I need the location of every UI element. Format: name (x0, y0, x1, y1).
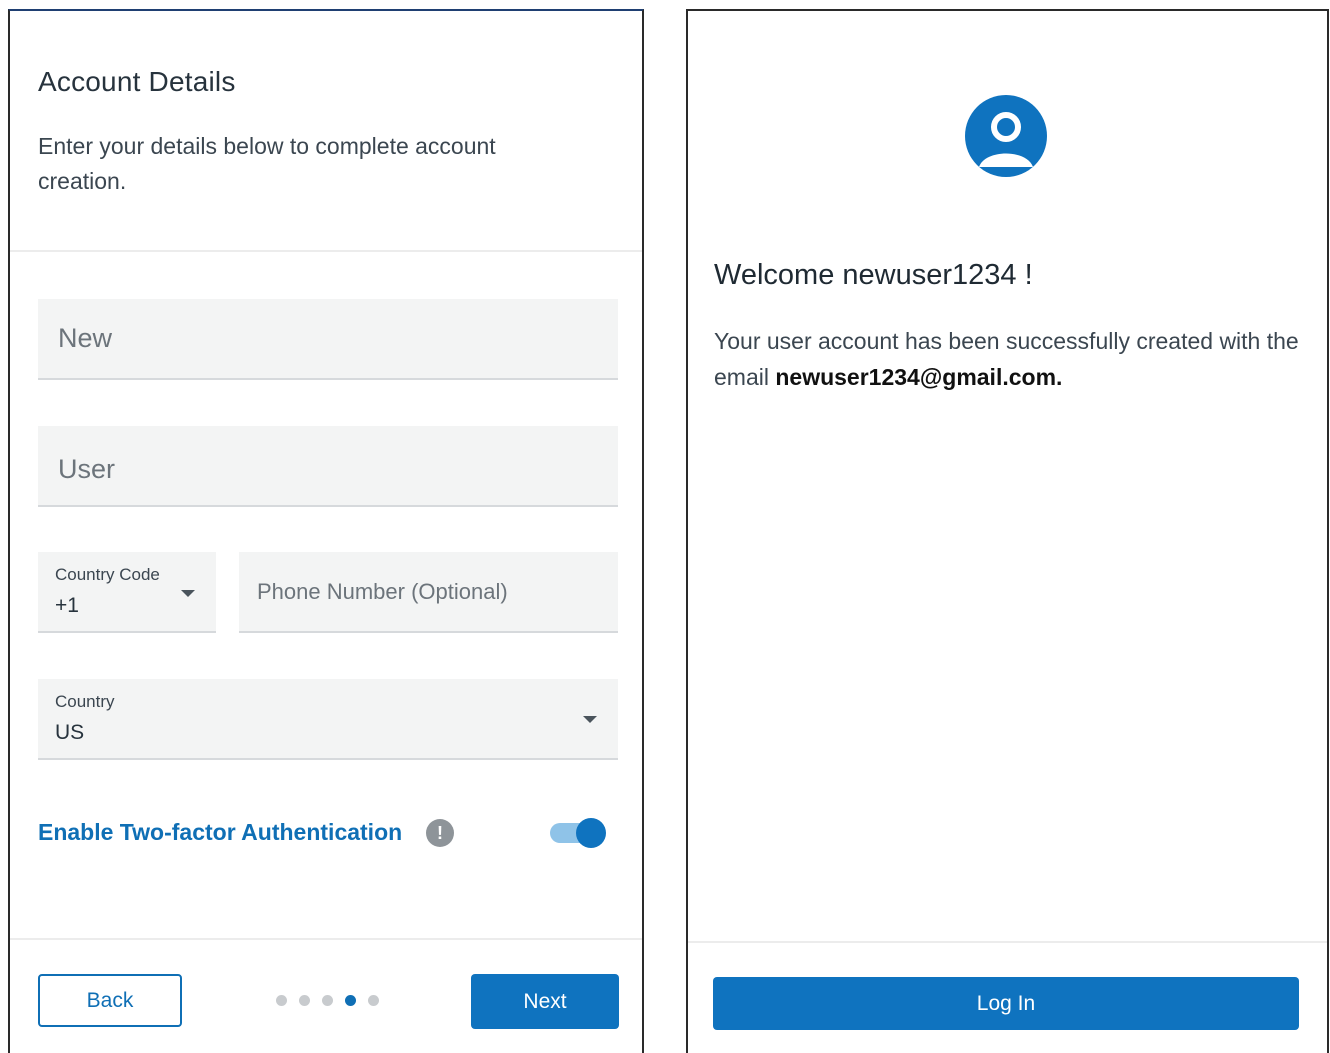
phone-number-input[interactable]: Phone Number (Optional) (239, 552, 618, 633)
next-button[interactable]: Next (471, 974, 619, 1029)
country-code-select[interactable]: Country Code +1 (38, 552, 216, 633)
last-name-field[interactable]: User (38, 426, 618, 507)
country-label: Country (55, 692, 115, 711)
welcome-message: Your user account has been successfully … (714, 323, 1314, 395)
welcome-exclaim: ! (1024, 259, 1033, 291)
page-title: Account Details (38, 66, 236, 97)
pagination-dot (276, 995, 287, 1006)
user-avatar-glyph (979, 112, 1033, 167)
footer-divider (10, 938, 642, 940)
pagination-dot (299, 995, 310, 1006)
account-details-panel: Account Details Enter your details below… (8, 9, 644, 1053)
country-code-label: Country Code (55, 565, 160, 584)
welcome-heading: Welcome newuser1234 ! (714, 259, 1033, 292)
phone-number-placeholder: Phone Number (Optional) (257, 579, 508, 604)
welcome-panel: Welcome newuser1234 ! Your user account … (686, 9, 1329, 1053)
chevron-down-icon (181, 590, 195, 597)
welcome-email: newuser1234@gmail.com. (775, 364, 1063, 390)
login-button[interactable]: Log In (713, 977, 1299, 1030)
info-icon[interactable]: ! (426, 819, 454, 847)
welcome-greeting: Welcome (714, 259, 835, 291)
footer-divider (688, 941, 1327, 943)
pagination-dot (322, 995, 333, 1006)
pagination-dot (368, 995, 379, 1006)
chevron-down-icon (583, 716, 597, 723)
first-name-value: New (58, 323, 113, 353)
pagination-dot-active (345, 995, 356, 1006)
header-divider (10, 250, 642, 252)
country-select[interactable]: Country US (38, 679, 618, 760)
last-name-value: User (58, 454, 116, 484)
two-factor-label: Enable Two-factor Authentication (38, 819, 403, 845)
back-button[interactable]: Back (38, 974, 182, 1027)
user-avatar-icon (965, 95, 1047, 177)
page-subtitle: Enter your details below to complete acc… (38, 133, 496, 194)
toggle-knob[interactable] (576, 818, 606, 848)
country-code-value: +1 (55, 594, 79, 617)
country-value: US (55, 721, 85, 744)
welcome-username: newuser1234 (842, 259, 1017, 291)
first-name-field[interactable]: New (38, 299, 618, 380)
